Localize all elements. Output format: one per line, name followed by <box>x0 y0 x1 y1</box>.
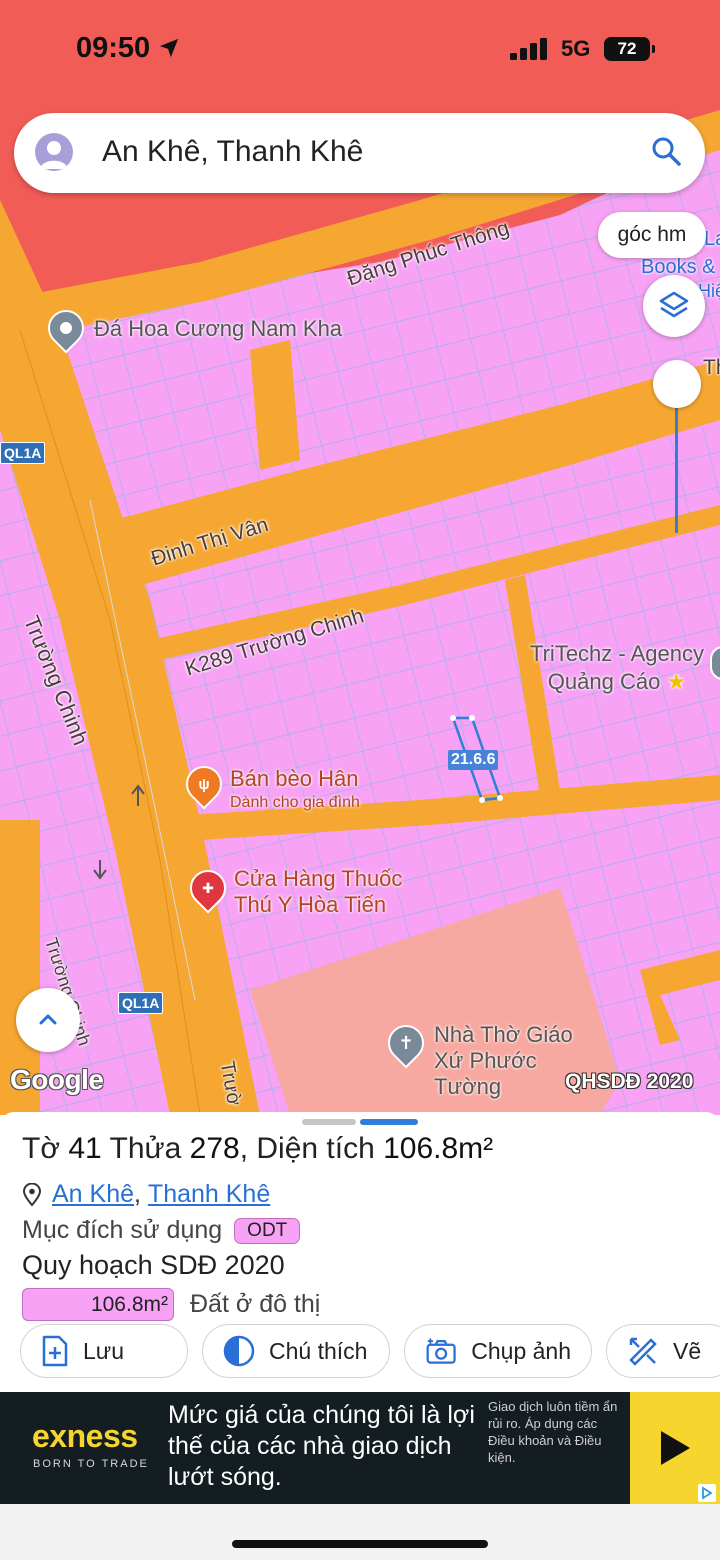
expand-button[interactable] <box>16 988 80 1052</box>
status-bar: 09:50 5G 72 <box>0 0 720 100</box>
google-logo: Google <box>10 1064 104 1095</box>
legend-icon <box>223 1335 255 1367</box>
star-icon: ★ <box>666 669 687 694</box>
parcel-title: Tờ 41 Thửa 278, Diện tích 106.8m² <box>22 1132 494 1165</box>
photo-button[interactable]: Chụp ảnh <box>404 1324 592 1378</box>
measurement-label: 21.6.6 <box>448 750 499 770</box>
corner-chip[interactable]: góc hm <box>598 212 706 258</box>
signal-icon <box>510 38 547 60</box>
parcel-info-sheet[interactable]: Tờ 41 Thửa 278, Diện tích 106.8m² An Khê… <box>0 1112 720 1392</box>
legend-swatch: 106.8m² <box>22 1288 174 1321</box>
sheet-handle-active[interactable] <box>360 1119 418 1125</box>
legend-button[interactable]: Chú thích <box>202 1324 390 1378</box>
save-button[interactable]: Lưu <box>20 1324 188 1378</box>
home-indicator[interactable] <box>232 1540 488 1548</box>
ad-tagline: BORN TO TRADE <box>33 1458 149 1470</box>
highway-shield: QL1A <box>0 442 46 464</box>
edge-label: La <box>704 228 720 250</box>
poi-subtitle: Dành cho gia đình <box>230 794 360 811</box>
camera-icon <box>426 1338 456 1364</box>
location-pin-icon <box>22 1182 42 1207</box>
draw-button[interactable]: Vẽ <box>606 1324 720 1378</box>
network-type: 5G <box>561 36 591 61</box>
ward-link[interactable]: An Khê <box>52 1180 134 1209</box>
draw-icon <box>629 1337 657 1366</box>
chevron-up-icon <box>39 1014 57 1025</box>
land-use-badge: ODT <box>234 1217 301 1244</box>
battery-icon: 72 <box>604 37 655 61</box>
plan-badge: QHSDĐ 2020 <box>565 1070 694 1093</box>
ad-disclaimer: Giao dịch luôn tiềm ẩn rủi ro. Áp dụng c… <box>488 1399 618 1465</box>
plan-title: Quy hoạch SDĐ 2020 <box>22 1250 285 1280</box>
poi-name: Đá Hoa Cương Nam Kha <box>94 316 343 341</box>
search-bar[interactable]: An Khê, Thanh Khê <box>14 113 705 193</box>
poi-name: Cửa Hàng Thuốc Thú Y Hòa Tiến <box>234 866 403 917</box>
poi-name: TriTechz - Agency Quảng Cáo ★ <box>529 641 705 694</box>
avatar[interactable] <box>35 133 73 171</box>
legend-label: Đất ở đô thị <box>190 1290 321 1318</box>
search-input[interactable]: An Khê, Thanh Khê <box>102 135 363 169</box>
search-icon[interactable] <box>650 135 684 169</box>
status-time: 09:50 <box>76 32 180 65</box>
home-area <box>0 1504 720 1560</box>
land-use-label: Mục đích sử dụng <box>22 1216 223 1244</box>
highway-shield: QL1A <box>118 992 164 1014</box>
ad-headline: Mức giá của chúng tôi là lợi thế của các… <box>168 1401 475 1491</box>
opacity-slider-handle[interactable] <box>653 360 701 408</box>
district-link[interactable]: Thanh Khê <box>148 1180 270 1209</box>
play-icon <box>661 1431 690 1465</box>
layers-icon <box>659 291 689 318</box>
sheet-handle[interactable] <box>302 1119 356 1125</box>
layers-button[interactable] <box>643 275 705 337</box>
user-icon <box>40 141 68 169</box>
opacity-slider-track[interactable] <box>675 395 678 533</box>
legend-row: 106.8m² Đất ở đô thị <box>22 1288 320 1321</box>
map-view[interactable]: Đặng Phúc Thông Đinh Thị Vân K289 Trường… <box>0 0 720 1115</box>
action-bar: Lưu Chú thích Chụp ảnh Vẽ <box>20 1324 720 1380</box>
edge-label: Th <box>703 356 720 379</box>
ad-banner[interactable]: exness BORN TO TRADE Mức giá của chúng t… <box>0 1392 720 1504</box>
ad-choices-icon[interactable] <box>698 1484 716 1502</box>
ad-brand-logo: exness <box>32 1418 138 1454</box>
land-use-row: Mục đích sử dụng ODT <box>22 1216 301 1245</box>
address-row: An Khê , Thanh Khê <box>22 1180 270 1209</box>
poi-name: Bán bèo Hân <box>230 766 359 791</box>
save-icon <box>42 1335 68 1367</box>
location-arrow-icon <box>160 38 179 58</box>
